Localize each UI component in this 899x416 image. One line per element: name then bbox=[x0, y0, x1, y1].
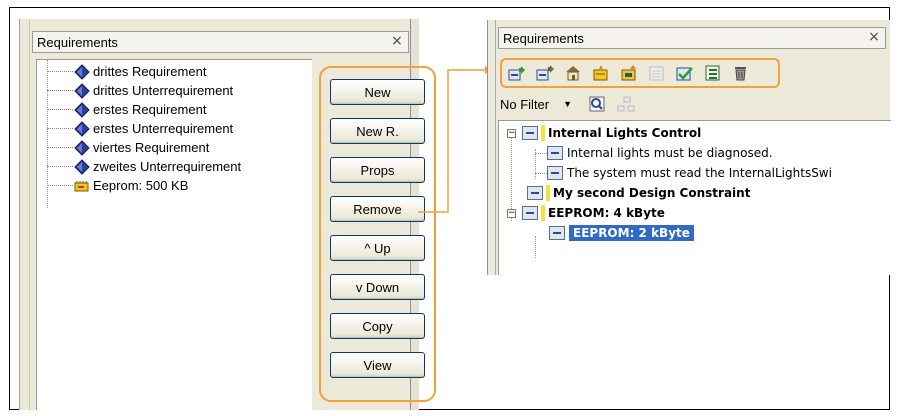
requirement-folder-icon bbox=[522, 126, 538, 140]
close-icon[interactable]: × bbox=[390, 34, 404, 48]
right-requirements-panel: Requirements × No Filter ▼ − Internal Li… bbox=[487, 20, 891, 275]
collapse-icon[interactable]: − bbox=[507, 128, 516, 138]
filter-dropdown[interactable]: No Filter ▼ bbox=[500, 97, 580, 112]
remove-button[interactable]: Remove bbox=[330, 196, 425, 222]
requirement-light-icon bbox=[547, 146, 563, 160]
status-bar bbox=[541, 125, 545, 141]
requirement-icon bbox=[73, 82, 91, 99]
tree-item[interactable]: Eeprom: 500 KB bbox=[37, 176, 188, 195]
search-icon[interactable] bbox=[588, 95, 608, 113]
left-requirements-panel: Requirements × drittes Requirement dritt… bbox=[19, 19, 436, 410]
status-bar bbox=[541, 205, 545, 221]
tree-node[interactable]: The system must read the InternalLightsS… bbox=[535, 164, 832, 182]
filter-row: No Filter ▼ bbox=[500, 94, 636, 114]
new-resource-icon[interactable] bbox=[591, 64, 611, 82]
tree-node-label: Internal lights must be diagnosed. bbox=[567, 146, 773, 160]
design-constraint-icon bbox=[527, 186, 543, 200]
requirement-icon bbox=[73, 120, 91, 137]
new-r-button[interactable]: New R. bbox=[330, 118, 425, 144]
tree-node-label: Internal Lights Control bbox=[548, 126, 702, 140]
button-column-highlight: New New R. Props Remove ^ Up v Down Copy… bbox=[319, 66, 436, 402]
requirement-light-icon bbox=[547, 166, 563, 180]
requirement-icon bbox=[73, 101, 91, 118]
tree-node[interactable]: − EEPROM: 4 kByte bbox=[507, 204, 665, 222]
tree-node-label: EEPROM: 4 kByte bbox=[548, 206, 665, 220]
requirement-icon bbox=[73, 139, 91, 156]
list-icon[interactable] bbox=[703, 64, 723, 82]
tree-node[interactable]: Internal lights must be diagnosed. bbox=[535, 144, 773, 162]
panel-title-bar: Requirements × bbox=[498, 27, 886, 49]
tree-connector bbox=[47, 166, 73, 167]
tree-connector bbox=[47, 71, 73, 72]
tree-item[interactable]: viertes Requirement bbox=[37, 138, 209, 157]
filter-value: No Filter bbox=[500, 96, 550, 112]
tree-guide-line bbox=[535, 236, 536, 258]
tree-node[interactable]: My second Design Constraint bbox=[521, 184, 750, 202]
tree-filter-icon bbox=[616, 95, 636, 113]
view-button[interactable]: View bbox=[330, 352, 425, 378]
close-icon[interactable]: × bbox=[867, 30, 881, 44]
tree-node-label: The system must read the InternalLightsS… bbox=[567, 166, 832, 180]
collapse-icon[interactable]: − bbox=[507, 208, 516, 218]
left-rail bbox=[488, 20, 496, 275]
tree-item-label: erstes Unterrequirement bbox=[93, 121, 234, 136]
requirements-tree: drittes Requirement drittes Unterrequire… bbox=[36, 59, 312, 410]
copy-button[interactable]: Copy bbox=[330, 313, 425, 339]
requirements-tree: − Internal Lights Control Internal light… bbox=[498, 120, 891, 275]
tree-connector bbox=[47, 147, 73, 148]
properties-icon[interactable] bbox=[563, 64, 583, 82]
tree-connector bbox=[47, 90, 73, 91]
tree-item[interactable]: drittes Requirement bbox=[37, 62, 206, 81]
eeprom-icon bbox=[73, 178, 91, 194]
new-button[interactable]: New bbox=[330, 79, 425, 105]
status-bar bbox=[546, 185, 550, 201]
tree-item[interactable]: erstes Unterrequirement bbox=[37, 119, 233, 138]
disabled-icon bbox=[647, 64, 667, 82]
check-icon[interactable] bbox=[675, 64, 695, 82]
chevron-down-icon[interactable]: ▼ bbox=[563, 99, 572, 109]
tree-node-label: EEPROM: 2 kByte bbox=[569, 225, 694, 241]
tree-item-label: drittes Requirement bbox=[93, 64, 207, 79]
panel-title-bar: Requirements × bbox=[32, 31, 409, 53]
requirement-icon bbox=[73, 63, 91, 80]
eeprom-resource-icon bbox=[522, 206, 538, 220]
tree-connector bbox=[535, 153, 547, 154]
down-button[interactable]: v Down bbox=[330, 274, 425, 300]
tree-connector bbox=[47, 109, 73, 110]
tree-item-label: viertes Requirement bbox=[93, 140, 210, 155]
toolbar-highlight bbox=[500, 58, 780, 88]
props-button[interactable]: Props bbox=[330, 157, 425, 183]
tree-item[interactable]: zweites Unterrequirement bbox=[37, 157, 241, 176]
tree-node[interactable]: − Internal Lights Control bbox=[507, 124, 701, 142]
tree-item-label: Eeprom: 500 KB bbox=[93, 178, 189, 193]
eeprom-resource-icon bbox=[549, 226, 565, 240]
new-requirement-icon[interactable] bbox=[507, 64, 527, 82]
requirement-icon bbox=[73, 158, 91, 175]
panel-title: Requirements bbox=[37, 35, 118, 50]
tree-item-label: erstes Requirement bbox=[93, 102, 207, 117]
tree-node-selected[interactable]: EEPROM: 2 kByte bbox=[543, 224, 694, 242]
new-subrequirement-icon[interactable] bbox=[535, 64, 555, 82]
left-rail bbox=[20, 19, 30, 410]
tree-item-label: zweites Unterrequirement bbox=[93, 159, 242, 174]
tree-item[interactable]: erstes Requirement bbox=[37, 100, 206, 119]
tree-connector bbox=[535, 173, 547, 174]
tree-node-label: My second Design Constraint bbox=[553, 186, 751, 200]
tree-connector bbox=[47, 128, 73, 129]
tree-item-label: drittes Unterrequirement bbox=[93, 83, 234, 98]
tree-connector bbox=[47, 185, 73, 186]
delete-icon[interactable] bbox=[731, 64, 751, 82]
up-button[interactable]: ^ Up bbox=[330, 235, 425, 261]
new-subresource-icon[interactable] bbox=[619, 64, 639, 82]
tree-item[interactable]: drittes Unterrequirement bbox=[37, 81, 233, 100]
panel-title: Requirements bbox=[503, 31, 584, 46]
